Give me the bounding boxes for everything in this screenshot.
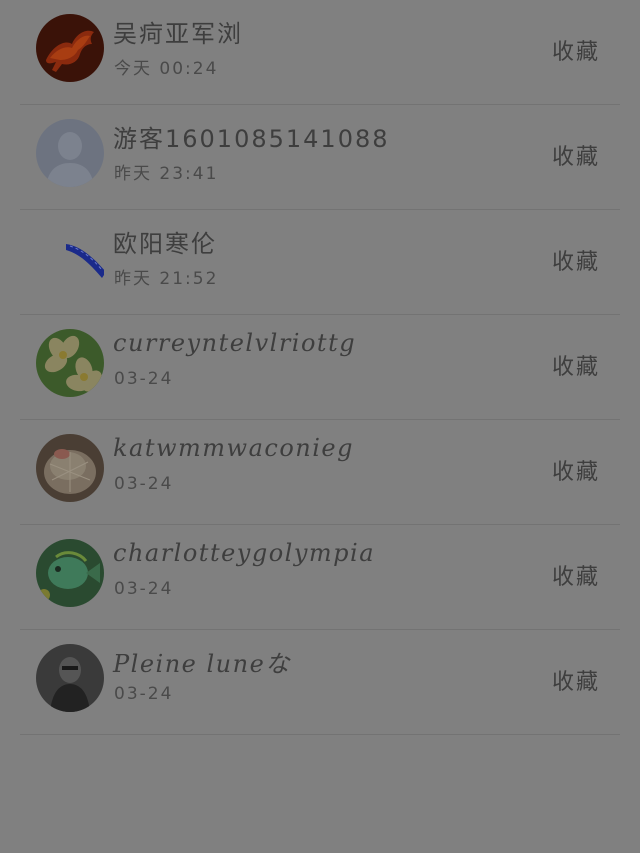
favorite-button[interactable]: 收藏: [552, 454, 600, 486]
timestamp: 03-24: [114, 369, 174, 389]
favorite-button[interactable]: 收藏: [552, 244, 600, 276]
default-user-avatar[interactable]: [36, 119, 104, 187]
blue-ribbon-badge[interactable]: [36, 224, 104, 292]
contact-name: charlotteygolympia: [113, 539, 376, 567]
green-fish-avatar[interactable]: [36, 539, 104, 607]
list-item[interactable]: charlotteygolympia 03-24 收藏: [20, 525, 620, 630]
list-item[interactable]: 吴疴亚军浏 今天 00:24 收藏: [20, 0, 620, 105]
timestamp: 03-24: [114, 579, 174, 599]
dark-portrait-avatar[interactable]: [36, 644, 104, 712]
favorite-button[interactable]: 收藏: [552, 664, 600, 696]
list-item[interactable]: 欧阳寒伦 昨天 21:52 收藏: [20, 210, 620, 315]
list-item[interactable]: Pleine luneな 03-24 收藏: [20, 630, 620, 735]
flame-horse-avatar[interactable]: [36, 14, 104, 82]
favorite-button[interactable]: 收藏: [552, 559, 600, 591]
list-item[interactable]: curreyntelvlriottg 03-24 收藏: [20, 315, 620, 420]
favorite-button[interactable]: 收藏: [552, 139, 600, 171]
contact-name: katwmmwaconieg: [113, 434, 354, 462]
contact-name: 游客1601085141088: [113, 125, 390, 153]
contact-name: 吴疴亚军浏: [113, 20, 243, 48]
favorite-button[interactable]: 收藏: [552, 349, 600, 381]
timestamp: 03-24: [114, 684, 174, 704]
collection-list: 吴疴亚军浏 今天 00:24 收藏 游客1601085141088 昨天 23:…: [0, 0, 640, 735]
timestamp: 昨天 21:52: [114, 269, 219, 289]
contact-name: 欧阳寒伦: [113, 230, 217, 258]
frangipani-flower-avatar[interactable]: [36, 329, 104, 397]
list-item[interactable]: 游客1601085141088 昨天 23:41 收藏: [20, 105, 620, 210]
contact-name: Pleine luneな: [113, 650, 291, 678]
cactus-avatar[interactable]: [36, 434, 104, 502]
timestamp: 今天 00:24: [114, 59, 219, 79]
timestamp: 03-24: [114, 474, 174, 494]
contact-name: curreyntelvlriottg: [113, 329, 357, 357]
timestamp: 昨天 23:41: [114, 164, 219, 184]
list-item[interactable]: katwmmwaconieg 03-24 收藏: [20, 420, 620, 525]
favorite-button[interactable]: 收藏: [552, 34, 600, 66]
